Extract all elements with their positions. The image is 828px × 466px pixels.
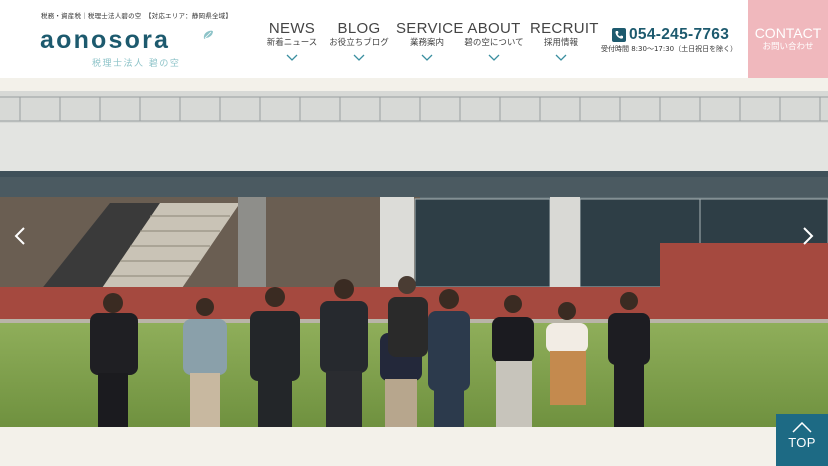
contact-button[interactable]: CONTACT お問い合わせ	[748, 0, 828, 78]
back-to-top-label: TOP	[788, 435, 816, 450]
nav-service-sublabel: 業務案内	[409, 38, 444, 48]
phone-link[interactable]: 054-245-7763	[612, 24, 729, 44]
nav-news-label: NEWS	[268, 20, 316, 37]
nav-recruit[interactable]: RECRUIT 採用情報	[530, 20, 599, 61]
nav-blog[interactable]: BLOG お役立ちブログ	[327, 20, 391, 61]
back-to-top-button[interactable]: TOP	[776, 414, 828, 466]
contact-label: CONTACT	[754, 25, 822, 41]
nav-recruit-sublabel: 採用情報	[543, 38, 578, 48]
arrow-right-icon[interactable]	[802, 227, 814, 245]
phone-icon	[612, 27, 626, 42]
team-photo	[0, 91, 828, 427]
chevron-down-icon	[488, 54, 500, 61]
chevron-down-icon	[286, 54, 298, 61]
nav-blog-sublabel: お役立ちブログ	[329, 38, 389, 48]
arrow-left-icon[interactable]	[14, 227, 26, 245]
site-tagline: 税務・資産税｜税理士法人碧の空 【対応エリア：静岡県全域】	[41, 12, 233, 20]
site-logo[interactable]: aonosora	[40, 26, 170, 55]
chevron-down-icon	[555, 54, 567, 61]
nav-service-label: SERVICE	[396, 20, 464, 37]
phone-number: 054-245-7763	[629, 25, 730, 43]
nav-news[interactable]: NEWS 新着ニュース	[263, 20, 321, 61]
nav-about-sublabel: 碧の空について	[464, 38, 524, 48]
chevron-down-icon	[421, 54, 433, 61]
business-hours: 受付時間 8:30〜17:30（土日祝日を除く）	[601, 45, 738, 53]
nav-news-sublabel: 新着ニュース	[266, 38, 318, 48]
chevron-down-icon	[353, 54, 365, 61]
nav-about[interactable]: ABOUT 碧の空について	[462, 20, 526, 61]
nav-blog-label: BLOG	[337, 20, 381, 37]
nav-recruit-label: RECRUIT	[530, 20, 599, 37]
contact-sublabel: お問い合わせ	[762, 42, 814, 52]
nav-about-label: ABOUT	[467, 20, 521, 37]
site-header: 税務・資産税｜税理士法人碧の空 【対応エリア：静岡県全域】 aonosora 税…	[0, 0, 828, 78]
nav-service[interactable]: SERVICE 業務案内	[396, 20, 464, 61]
leaf-icon	[203, 30, 213, 39]
hero-image	[0, 91, 828, 427]
logo-subtitle: 税理士法人 碧の空	[92, 59, 181, 69]
chevron-up-icon	[792, 422, 812, 433]
